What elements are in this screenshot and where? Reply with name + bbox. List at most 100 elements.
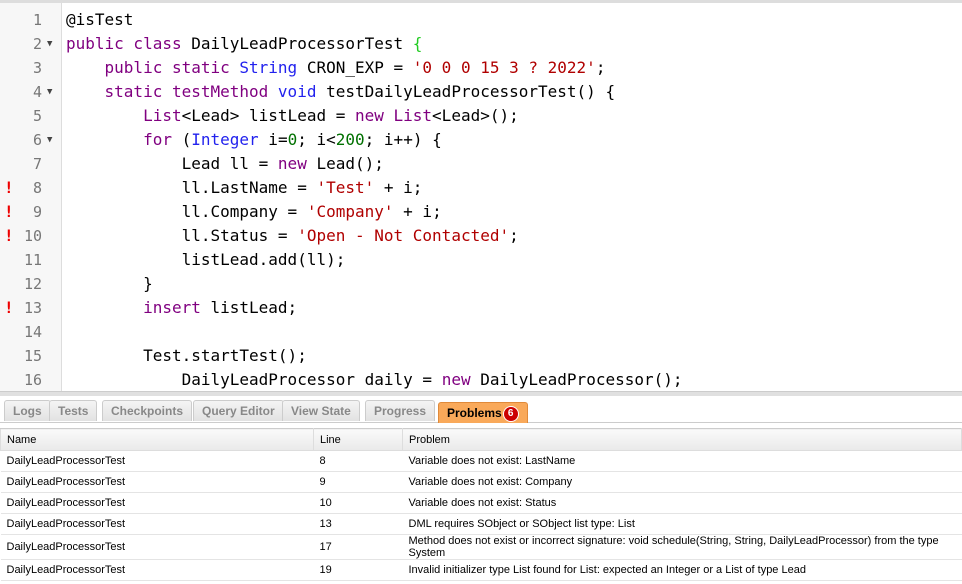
code-line[interactable]: ! 10 ll.Status = 'Open - Not Contacted'; [0,224,962,248]
line-number: 9 [32,203,42,221]
code-token: '0 0 0 15 3 ? 2022' [412,58,596,77]
code-token: 'Test' [316,178,375,197]
code-token: new [441,370,471,389]
code-line[interactable]: 14 [0,320,962,344]
code-token: ( [171,130,192,149]
code-text: @isTest [66,8,133,32]
cell-name: DailyLeadProcessorTest [0,513,314,535]
code-token: DailyLeadProcessorTest [191,34,413,53]
line-number: 14 [23,323,42,341]
line-number: 8 [32,179,42,197]
code-token: void [277,82,317,101]
code-token: <Lead> listLead = [181,106,355,125]
code-line[interactable]: 5 List<Lead> listLead = new List<Lead>()… [0,104,962,128]
tab-logs[interactable]: Logs [4,400,51,421]
code-text: Lead ll = new Lead(); [66,152,384,176]
code-token: Test.startTest(); [66,346,307,365]
code-text: List<Lead> listLead = new List<Lead>(); [66,104,519,128]
code-token: ; i++) { [364,130,442,149]
line-number: 4 [32,83,42,101]
tab-tests[interactable]: Tests [49,400,98,421]
cell-problem: Variable does not exist: LastName [402,450,962,472]
code-editor[interactable]: 1 @isTest 2 ▼ public class DailyLeadProcesso… [0,0,962,391]
table-row[interactable]: DailyLeadProcessorTest 10 Variable does no… [0,492,962,514]
cell-name: DailyLeadProcessorTest [0,534,314,560]
code-token: List [143,106,182,125]
code-token: ; [509,226,519,245]
code-token: DailyLeadProcessor(); [470,370,683,389]
code-text: static testMethod void testDailyLeadProc… [66,80,616,104]
cell-problem: Invalid initializer type List found for … [402,559,962,581]
cell-line: 13 [313,513,403,535]
code-line[interactable]: ! 9 ll.Company = 'Company' + i; [0,200,962,224]
code-token: DailyLeadProcessor daily = [66,370,442,389]
code-token: @isTest [66,10,134,29]
code-token: 'Open - Not Contacted' [297,226,510,245]
tab-label: Tests [58,404,89,418]
cell-name: DailyLeadProcessorTest [0,492,314,514]
fold-arrow-icon[interactable]: ▼ [47,128,52,152]
tab-progress[interactable]: Progress [365,400,436,421]
code-token: listLead.add(ll); [66,250,346,269]
code-line[interactable]: 1 @isTest [0,8,962,32]
column-header-line[interactable]: Line [313,428,403,451]
code-line[interactable]: 16 DailyLeadProcessor daily = new DailyL… [0,368,962,391]
code-token: String [239,58,298,77]
code-token: public class [66,34,192,53]
table-row[interactable]: DailyLeadProcessorTest 13 DML requires SOb… [0,513,962,535]
code-line[interactable]: 12 } [0,272,962,296]
code-token: } [66,274,153,293]
code-token: ll.Status = [66,226,298,245]
tab-query-editor[interactable]: Query Editor [193,400,284,421]
code-token: + i; [374,178,423,197]
cell-name: DailyLeadProcessorTest [0,471,314,493]
code-token: new List [354,106,433,125]
code-token: testDailyLeadProcessorTest() { [316,82,616,101]
cell-problem: Method does not exist or incorrect signa… [402,534,962,560]
code-line[interactable]: 15 Test.startTest(); [0,344,962,368]
code-line[interactable]: 11 listLead.add(ll); [0,248,962,272]
line-number: 16 [23,371,42,389]
problems-table: Name Line Problem DailyLeadProcessorTest 8 Va… [0,428,962,581]
code-token: Lead ll = [66,154,278,173]
code-line[interactable]: 3 public static String CRON_EXP = '0 0 0… [0,56,962,80]
fold-arrow-icon[interactable]: ▼ [47,32,52,56]
code-line[interactable]: 2 ▼ public class DailyLeadProcessorTest { [0,32,962,56]
table-row[interactable]: DailyLeadProcessorTest 9 Variable does not… [0,471,962,493]
code-line[interactable]: 4 ▼ static testMethod void testDailyLeadP… [0,80,962,104]
tab-problems[interactable]: Problems 6 [438,402,528,423]
column-header-problem[interactable]: Problem [402,428,962,451]
code-token: Integer [191,130,259,149]
cell-line: 10 [313,492,403,514]
code-token: ll.LastName = [66,178,317,197]
tab-label: Logs [13,404,42,418]
tab-view-state[interactable]: View State [282,400,360,421]
line-number: 13 [23,299,42,317]
code-line[interactable]: ! 8 ll.LastName = 'Test' + i; [0,176,962,200]
cell-problem: Variable does not exist: Status [402,492,962,514]
fold-arrow-icon[interactable]: ▼ [47,80,52,104]
code-text: ll.Company = 'Company' + i; [66,200,442,224]
table-row[interactable]: DailyLeadProcessorTest 19 Invalid initiali… [0,559,962,581]
code-token: ; [595,58,606,77]
column-header-name[interactable]: Name [0,428,314,451]
tab-label: Problems [447,406,502,420]
code-token: <Lead>(); [432,106,519,125]
code-line[interactable]: 6 ▼ for (Integer i=0; i<200; i++) { [0,128,962,152]
tab-label: View State [291,404,351,418]
code-token: new [277,154,307,173]
code-line[interactable]: 7 Lead ll = new Lead(); [0,152,962,176]
cell-line: 19 [313,559,403,581]
code-text: public class DailyLeadProcessorTest { [66,32,422,56]
table-row[interactable]: DailyLeadProcessorTest 17 Method does not … [0,534,962,560]
code-text: Test.startTest(); [66,344,307,368]
table-row[interactable]: DailyLeadProcessorTest 8 Variable does not… [0,450,962,472]
code-line[interactable]: ! 13 insert listLead; [0,296,962,320]
tab-checkpoints[interactable]: Checkpoints [102,400,193,421]
line-number: 6 [32,131,42,149]
code-text: listLead.add(ll); [66,248,346,272]
